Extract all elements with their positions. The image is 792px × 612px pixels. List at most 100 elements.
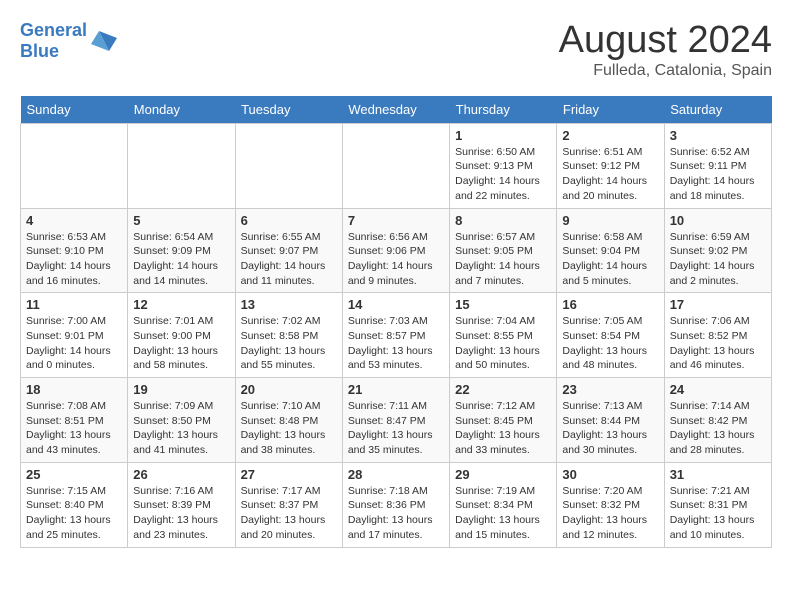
calendar-day-cell: 4 Sunrise: 6:53 AM Sunset: 9:10 PM Daylig… — [21, 208, 128, 293]
day-info: Sunrise: 7:21 AM Sunset: 8:31 PM Dayligh… — [670, 484, 766, 543]
day-info: Sunrise: 7:20 AM Sunset: 8:32 PM Dayligh… — [562, 484, 658, 543]
calendar-day-cell: 7 Sunrise: 6:56 AM Sunset: 9:06 PM Daylig… — [342, 208, 449, 293]
calendar-day-cell: 3Sunrise: 6:52 AM Sunset: 9:11 PM Daylig… — [664, 123, 771, 208]
day-info: Sunrise: 6:57 AM Sunset: 9:05 PM Dayligh… — [455, 230, 551, 289]
day-number: 1 — [455, 128, 551, 143]
weekday-header-saturday: Saturday — [664, 96, 771, 124]
calendar-week-row: 4 Sunrise: 6:53 AM Sunset: 9:10 PM Daylig… — [21, 208, 772, 293]
day-number: 14 — [348, 297, 444, 312]
day-info: Sunrise: 7:08 AM Sunset: 8:51 PM Dayligh… — [26, 399, 122, 458]
subtitle: Fulleda, Catalonia, Spain — [559, 62, 772, 80]
day-number: 31 — [670, 467, 766, 482]
day-number: 9 — [562, 213, 658, 228]
calendar-day-cell: 29Sunrise: 7:19 AM Sunset: 8:34 PM Dayli… — [450, 462, 557, 547]
day-number: 21 — [348, 382, 444, 397]
day-info: Sunrise: 6:51 AM Sunset: 9:12 PM Dayligh… — [562, 145, 658, 204]
day-number: 22 — [455, 382, 551, 397]
calendar-day-cell: 1Sunrise: 6:50 AM Sunset: 9:13 PM Daylig… — [450, 123, 557, 208]
calendar-day-cell: 21 Sunrise: 7:11 AM Sunset: 8:47 PM Dayli… — [342, 378, 449, 463]
day-info: Sunrise: 7:10 AM Sunset: 8:48 PM Dayligh… — [241, 399, 337, 458]
calendar-day-cell: 19Sunrise: 7:09 AM Sunset: 8:50 PM Dayli… — [128, 378, 235, 463]
day-number: 7 — [348, 213, 444, 228]
day-number: 5 — [133, 213, 229, 228]
day-info: Sunrise: 7:15 AM Sunset: 8:40 PM Dayligh… — [26, 484, 122, 543]
calendar-day-cell: 15Sunrise: 7:04 AM Sunset: 8:55 PM Dayli… — [450, 293, 557, 378]
day-info: Sunrise: 6:53 AM Sunset: 9:10 PM Dayligh… — [26, 230, 122, 289]
calendar-day-cell: 14 Sunrise: 7:03 AM Sunset: 8:57 PM Dayli… — [342, 293, 449, 378]
weekday-header-friday: Friday — [557, 96, 664, 124]
calendar-day-cell: 9 Sunrise: 6:58 AM Sunset: 9:04 PM Daylig… — [557, 208, 664, 293]
empty-cell — [342, 123, 449, 208]
weekday-header-wednesday: Wednesday — [342, 96, 449, 124]
calendar-day-cell: 22 Sunrise: 7:12 AM Sunset: 8:45 PM Dayli… — [450, 378, 557, 463]
calendar-week-row: 18 Sunrise: 7:08 AM Sunset: 8:51 PM Dayli… — [21, 378, 772, 463]
day-number: 3 — [670, 128, 766, 143]
day-number: 26 — [133, 467, 229, 482]
day-number: 18 — [26, 382, 122, 397]
calendar-header: SundayMondayTuesdayWednesdayThursdayFrid… — [21, 96, 772, 124]
calendar-week-row: 25 Sunrise: 7:15 AM Sunset: 8:40 PM Dayli… — [21, 462, 772, 547]
day-number: 13 — [241, 297, 337, 312]
day-number: 4 — [26, 213, 122, 228]
calendar-day-cell: 6 Sunrise: 6:55 AM Sunset: 9:07 PM Daylig… — [235, 208, 342, 293]
page-header: General Blue August 2024 Fulleda, Catalo… — [20, 20, 772, 80]
day-number: 27 — [241, 467, 337, 482]
day-info: Sunrise: 6:54 AM Sunset: 9:09 PM Dayligh… — [133, 230, 229, 289]
calendar-day-cell: 2 Sunrise: 6:51 AM Sunset: 9:12 PM Daylig… — [557, 123, 664, 208]
calendar-day-cell: 13 Sunrise: 7:02 AM Sunset: 8:58 PM Dayli… — [235, 293, 342, 378]
calendar-day-cell: 11Sunrise: 7:00 AM Sunset: 9:01 PM Dayli… — [21, 293, 128, 378]
day-info: Sunrise: 7:12 AM Sunset: 8:45 PM Dayligh… — [455, 399, 551, 458]
calendar-day-cell: 28 Sunrise: 7:18 AM Sunset: 8:36 PM Dayli… — [342, 462, 449, 547]
calendar-day-cell: 30 Sunrise: 7:20 AM Sunset: 8:32 PM Dayli… — [557, 462, 664, 547]
day-number: 28 — [348, 467, 444, 482]
day-info: Sunrise: 7:01 AM Sunset: 9:00 PM Dayligh… — [133, 314, 229, 373]
day-info: Sunrise: 7:19 AM Sunset: 8:34 PM Dayligh… — [455, 484, 551, 543]
day-info: Sunrise: 7:03 AM Sunset: 8:57 PM Dayligh… — [348, 314, 444, 373]
day-info: Sunrise: 7:02 AM Sunset: 8:58 PM Dayligh… — [241, 314, 337, 373]
calendar-day-cell: 23 Sunrise: 7:13 AM Sunset: 8:44 PM Dayli… — [557, 378, 664, 463]
calendar-day-cell: 24Sunrise: 7:14 AM Sunset: 8:42 PM Dayli… — [664, 378, 771, 463]
day-info: Sunrise: 7:06 AM Sunset: 8:52 PM Dayligh… — [670, 314, 766, 373]
calendar-week-row: 11Sunrise: 7:00 AM Sunset: 9:01 PM Dayli… — [21, 293, 772, 378]
calendar-day-cell: 12Sunrise: 7:01 AM Sunset: 9:00 PM Dayli… — [128, 293, 235, 378]
weekday-header-thursday: Thursday — [450, 96, 557, 124]
day-info: Sunrise: 7:18 AM Sunset: 8:36 PM Dayligh… — [348, 484, 444, 543]
day-number: 25 — [26, 467, 122, 482]
day-number: 16 — [562, 297, 658, 312]
day-info: Sunrise: 7:00 AM Sunset: 9:01 PM Dayligh… — [26, 314, 122, 373]
day-number: 17 — [670, 297, 766, 312]
calendar-day-cell: 5 Sunrise: 6:54 AM Sunset: 9:09 PM Daylig… — [128, 208, 235, 293]
day-info: Sunrise: 7:13 AM Sunset: 8:44 PM Dayligh… — [562, 399, 658, 458]
day-number: 2 — [562, 128, 658, 143]
calendar-day-cell: 10Sunrise: 6:59 AM Sunset: 9:02 PM Dayli… — [664, 208, 771, 293]
day-info: Sunrise: 6:58 AM Sunset: 9:04 PM Dayligh… — [562, 230, 658, 289]
title-block: August 2024 Fulleda, Catalonia, Spain — [559, 20, 772, 80]
logo-text: General Blue — [20, 20, 87, 61]
day-number: 15 — [455, 297, 551, 312]
day-info: Sunrise: 7:17 AM Sunset: 8:37 PM Dayligh… — [241, 484, 337, 543]
empty-cell — [128, 123, 235, 208]
calendar-day-cell: 17 Sunrise: 7:06 AM Sunset: 8:52 PM Dayli… — [664, 293, 771, 378]
calendar-day-cell: 31 Sunrise: 7:21 AM Sunset: 8:31 PM Dayli… — [664, 462, 771, 547]
day-number: 23 — [562, 382, 658, 397]
day-number: 30 — [562, 467, 658, 482]
calendar-day-cell: 18 Sunrise: 7:08 AM Sunset: 8:51 PM Dayli… — [21, 378, 128, 463]
day-info: Sunrise: 7:16 AM Sunset: 8:39 PM Dayligh… — [133, 484, 229, 543]
day-number: 6 — [241, 213, 337, 228]
calendar-day-cell: 20 Sunrise: 7:10 AM Sunset: 8:48 PM Dayli… — [235, 378, 342, 463]
day-info: Sunrise: 6:55 AM Sunset: 9:07 PM Dayligh… — [241, 230, 337, 289]
day-info: Sunrise: 6:56 AM Sunset: 9:06 PM Dayligh… — [348, 230, 444, 289]
day-number: 20 — [241, 382, 337, 397]
day-info: Sunrise: 7:09 AM Sunset: 8:50 PM Dayligh… — [133, 399, 229, 458]
day-info: Sunrise: 7:14 AM Sunset: 8:42 PM Dayligh… — [670, 399, 766, 458]
calendar-day-cell: 16 Sunrise: 7:05 AM Sunset: 8:54 PM Dayli… — [557, 293, 664, 378]
day-number: 10 — [670, 213, 766, 228]
weekday-header-row: SundayMondayTuesdayWednesdayThursdayFrid… — [21, 96, 772, 124]
weekday-header-tuesday: Tuesday — [235, 96, 342, 124]
calendar-day-cell: 26 Sunrise: 7:16 AM Sunset: 8:39 PM Dayli… — [128, 462, 235, 547]
day-number: 8 — [455, 213, 551, 228]
calendar-table: SundayMondayTuesdayWednesdayThursdayFrid… — [20, 96, 772, 548]
day-info: Sunrise: 7:05 AM Sunset: 8:54 PM Dayligh… — [562, 314, 658, 373]
day-info: Sunrise: 7:11 AM Sunset: 8:47 PM Dayligh… — [348, 399, 444, 458]
calendar-day-cell: 25 Sunrise: 7:15 AM Sunset: 8:40 PM Dayli… — [21, 462, 128, 547]
